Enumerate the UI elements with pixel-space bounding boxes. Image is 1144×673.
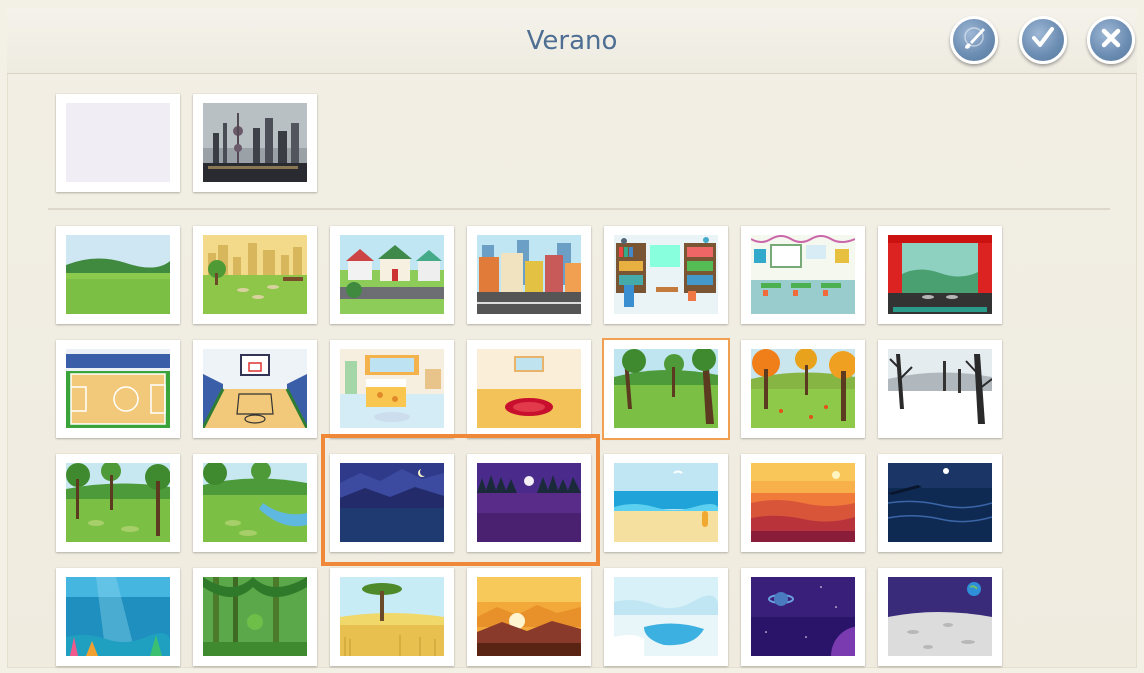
background-card-outer-space[interactable] [741, 568, 865, 666]
basketball-court-side-thumbnail [66, 349, 170, 428]
meadow-thumbnail [66, 235, 170, 314]
night-forest-thumbnail [477, 463, 581, 542]
background-card-empty-room[interactable] [467, 340, 591, 438]
background-card-sunset-sea[interactable] [741, 454, 865, 552]
background-card-meadow[interactable] [56, 226, 180, 324]
night-sea-thumbnail [888, 463, 992, 542]
background-card-basketball-court-side[interactable] [56, 340, 180, 438]
background-card-night-sea[interactable] [878, 454, 1002, 552]
background-card-desert-sunrise[interactable] [467, 568, 591, 666]
close-icon [1096, 23, 1126, 57]
city-park-thumbnail [203, 235, 307, 314]
underwater-thumbnail [66, 577, 170, 656]
moon-surface-thumbnail [888, 577, 992, 656]
suburb-street-thumbnail [340, 235, 444, 314]
close-button[interactable] [1087, 16, 1135, 64]
bedroom-thumbnail [340, 349, 444, 428]
background-card-theater-stage[interactable] [878, 226, 1002, 324]
background-card-classroom[interactable] [741, 226, 865, 324]
forest-winter-thumbnail [888, 349, 992, 428]
basketball-court-front-thumbnail [203, 349, 307, 428]
background-card-suburb-street[interactable] [330, 226, 454, 324]
confirm-button[interactable] [1019, 16, 1067, 64]
background-card-forest-autumn[interactable] [741, 340, 865, 438]
background-card-forest-winter[interactable] [878, 340, 1002, 438]
beach-thumbnail [614, 463, 718, 542]
theater-stage-thumbnail [888, 235, 992, 314]
library-thumbnail [614, 235, 718, 314]
background-card-night-forest[interactable] [467, 454, 591, 552]
blank-background-thumbnail [66, 103, 170, 182]
background-card-moon-surface[interactable] [878, 568, 1002, 666]
background-card-bedroom[interactable] [330, 340, 454, 438]
forest-autumn-thumbnail [751, 349, 855, 428]
outer-space-thumbnail [751, 577, 855, 656]
background-card-savanna[interactable] [330, 568, 454, 666]
forest-summer-thumbnail [614, 349, 718, 428]
background-card-park-trees[interactable] [56, 454, 180, 552]
classroom-thumbnail [751, 235, 855, 314]
background-card-library[interactable] [604, 226, 728, 324]
background-card-city-park[interactable] [193, 226, 317, 324]
sunset-sea-thumbnail [751, 463, 855, 542]
empty-room-thumbnail [477, 349, 581, 428]
desert-sunrise-thumbnail [477, 577, 581, 656]
background-card-city-street[interactable] [467, 226, 591, 324]
section-divider [48, 208, 1110, 210]
jungle-thumbnail [203, 577, 307, 656]
arctic-thumbnail [614, 577, 718, 656]
background-card-night-mountains[interactable] [330, 454, 454, 552]
paintbrush-icon [959, 23, 989, 57]
city-street-thumbnail [477, 235, 581, 314]
checkmark-icon [1028, 23, 1058, 57]
savanna-thumbnail [340, 577, 444, 656]
background-card-jungle[interactable] [193, 568, 317, 666]
background-card-forest-summer[interactable] [604, 340, 728, 438]
background-card-blank[interactable] [56, 94, 180, 192]
background-card-beach[interactable] [604, 454, 728, 552]
paint-button[interactable] [950, 16, 998, 64]
background-card-city-photo[interactable] [193, 94, 317, 192]
city-photo-thumbnail [203, 103, 307, 182]
background-card-arctic[interactable] [604, 568, 728, 666]
park-trees-thumbnail [66, 463, 170, 542]
background-card-park-stream[interactable] [193, 454, 317, 552]
background-card-basketball-court-front[interactable] [193, 340, 317, 438]
park-stream-thumbnail [203, 463, 307, 542]
background-card-underwater[interactable] [56, 568, 180, 666]
night-mountains-thumbnail [340, 463, 444, 542]
